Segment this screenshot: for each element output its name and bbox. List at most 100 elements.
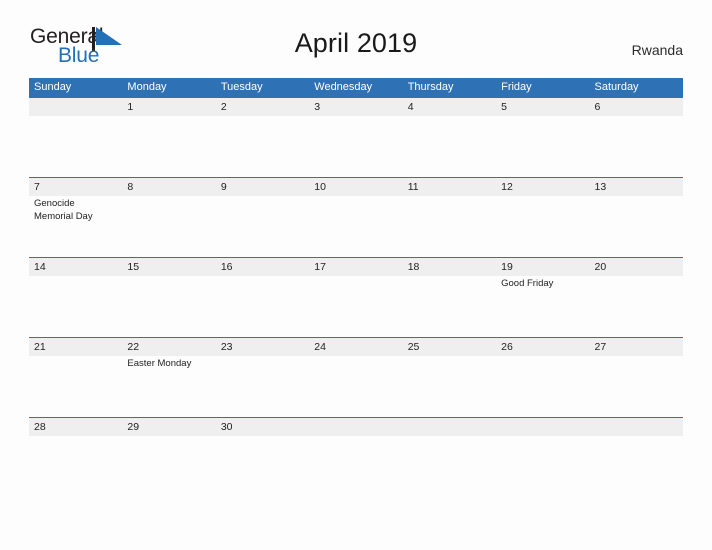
- day-number: 10: [314, 181, 326, 193]
- country-label: Rwanda: [631, 42, 683, 58]
- day-cell[interactable]: 12: [496, 178, 589, 257]
- day-number: 28: [34, 421, 46, 433]
- day-number: 19: [501, 261, 513, 273]
- day-cell[interactable]: 27: [590, 338, 683, 417]
- day-cell[interactable]: 4: [403, 98, 496, 177]
- day-cell[interactable]: 15: [122, 258, 215, 337]
- day-number: 14: [34, 261, 46, 273]
- day-cell[interactable]: [29, 98, 122, 177]
- day-cell[interactable]: [496, 418, 589, 497]
- calendar-table: Sunday Monday Tuesday Wednesday Thursday…: [29, 78, 683, 497]
- day-event: [314, 196, 402, 198]
- day-number: 23: [220, 341, 233, 353]
- day-cell[interactable]: 9: [216, 178, 309, 257]
- day-event: [595, 436, 683, 438]
- day-event: [314, 436, 402, 438]
- day-number: 7: [34, 181, 40, 193]
- day-cell[interactable]: [590, 418, 683, 497]
- day-number: 1: [127, 101, 134, 113]
- day-number: 18: [407, 261, 420, 273]
- day-cell[interactable]: 26: [496, 338, 589, 417]
- day-cell[interactable]: 29: [122, 418, 215, 497]
- day-cell[interactable]: 18: [403, 258, 496, 337]
- day-event: [314, 116, 402, 118]
- day-event: Easter Monday: [127, 358, 192, 369]
- page-header: General Blue April 2019 Rwanda: [0, 0, 712, 76]
- day-event: [34, 356, 122, 358]
- weekday-tuesday: Tuesday: [220, 81, 263, 93]
- day-cell[interactable]: 10: [309, 178, 402, 257]
- day-event: Genocide Memorial Day: [34, 198, 93, 222]
- day-number: 29: [127, 421, 140, 433]
- day-cell[interactable]: 14: [29, 258, 122, 337]
- day-event: [595, 196, 683, 198]
- day-cell[interactable]: 6: [590, 98, 683, 177]
- day-number: 13: [594, 181, 607, 193]
- weekday-wednesday: Wednesday: [314, 81, 373, 93]
- day-event: [595, 356, 683, 358]
- day-cell[interactable]: [309, 418, 402, 497]
- day-event: [314, 356, 402, 358]
- day-number: 15: [127, 261, 140, 273]
- weekday-saturday: Saturday: [594, 81, 639, 93]
- day-cell[interactable]: 3: [309, 98, 402, 177]
- day-cell[interactable]: 24: [309, 338, 402, 417]
- day-event: [501, 356, 589, 358]
- day-event: [221, 356, 309, 358]
- day-cell[interactable]: 21: [29, 338, 122, 417]
- day-number: 25: [407, 341, 420, 353]
- day-number: 9: [220, 181, 227, 193]
- day-event: [221, 116, 309, 118]
- day-number: 5: [501, 101, 507, 113]
- day-number: 3: [314, 101, 321, 113]
- day-cell[interactable]: 20: [590, 258, 683, 337]
- day-event: [408, 356, 496, 358]
- weekday-friday: Friday: [501, 81, 532, 93]
- day-event: [34, 276, 122, 278]
- day-event: [127, 196, 215, 198]
- day-cell[interactable]: 23: [216, 338, 309, 417]
- day-number: 26: [501, 341, 513, 353]
- day-cell[interactable]: 17: [309, 258, 402, 337]
- day-event: [408, 196, 496, 198]
- weekday-header-row: Sunday Monday Tuesday Wednesday Thursday…: [29, 78, 683, 97]
- day-event: [408, 116, 496, 118]
- day-cell[interactable]: 7 Genocide Memorial Day: [29, 178, 122, 257]
- week-row: 7 Genocide Memorial Day 8 9 10 11 12 13: [29, 177, 683, 257]
- day-cell[interactable]: 22 Easter Monday: [122, 338, 215, 417]
- day-event: [501, 436, 589, 438]
- day-cell[interactable]: 2: [216, 98, 309, 177]
- day-cell[interactable]: 28: [29, 418, 122, 497]
- day-event: [408, 276, 496, 278]
- day-event: [408, 436, 496, 438]
- week-row: 1 2 3 4 5 6: [29, 97, 683, 177]
- day-event: [221, 276, 309, 278]
- day-cell[interactable]: 1: [122, 98, 215, 177]
- day-event: [221, 196, 309, 198]
- day-cell[interactable]: 19 Good Friday: [496, 258, 589, 337]
- day-cell[interactable]: 25: [403, 338, 496, 417]
- day-number: 21: [34, 341, 46, 353]
- day-event: [127, 116, 215, 118]
- day-cell[interactable]: 8: [122, 178, 215, 257]
- day-number: 16: [220, 261, 233, 273]
- day-cell[interactable]: 11: [403, 178, 496, 257]
- day-cell[interactable]: 16: [216, 258, 309, 337]
- day-event: [127, 436, 215, 438]
- day-cell[interactable]: 13: [590, 178, 683, 257]
- day-cell[interactable]: 5: [496, 98, 589, 177]
- day-number: 27: [594, 341, 607, 353]
- day-event: [501, 196, 589, 198]
- day-event: [314, 276, 402, 278]
- day-event: [34, 116, 122, 118]
- day-cell[interactable]: [403, 418, 496, 497]
- day-number: 8: [127, 181, 134, 193]
- weekday-monday: Monday: [127, 81, 167, 93]
- day-event: [127, 276, 215, 278]
- day-number: 20: [594, 261, 607, 273]
- week-row: 21 22 Easter Monday 23 24 25 26 27: [29, 337, 683, 417]
- day-number: 11: [407, 181, 419, 193]
- day-event: [221, 436, 309, 438]
- page-title: April 2019: [294, 28, 418, 58]
- day-cell[interactable]: 30: [216, 418, 309, 497]
